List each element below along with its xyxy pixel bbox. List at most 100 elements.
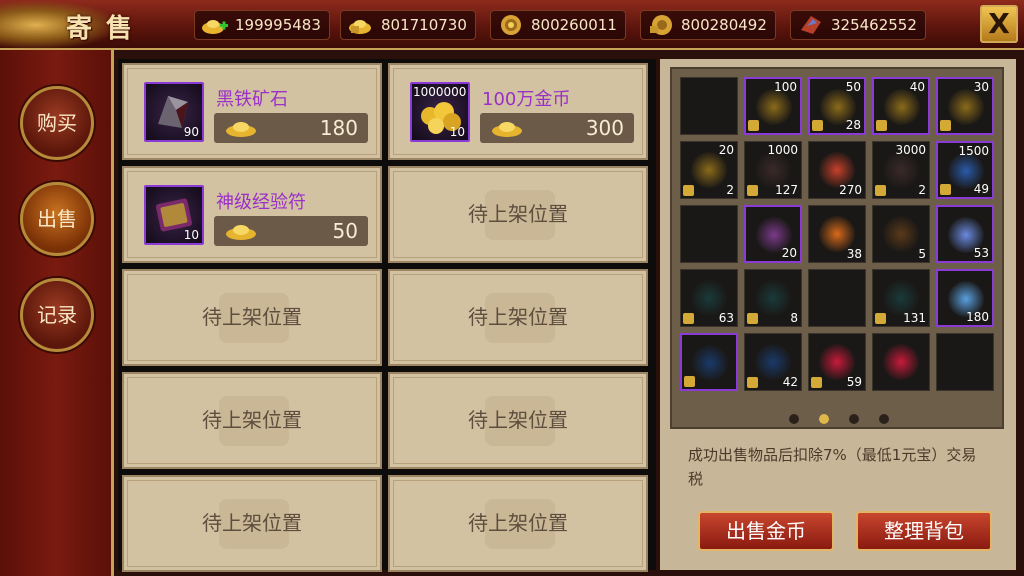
slot-count: 5	[918, 247, 926, 261]
placeholder-label: 待上架位置	[468, 408, 568, 432]
inventory-slot[interactable]: 1000 127	[744, 141, 802, 199]
red-crystal-icon	[801, 16, 821, 34]
inventory-slot[interactable]: 38	[808, 205, 866, 263]
coin-icon	[501, 15, 521, 35]
empty-listing-slot[interactable]: 待上架位置	[122, 372, 382, 469]
empty-listing-slot[interactable]: 待上架位置	[122, 269, 382, 366]
placeholder-label: 待上架位置	[202, 408, 302, 432]
lock-icon	[747, 377, 758, 388]
black-iron-ore-icon: 90	[144, 82, 204, 142]
empty-listing-slot[interactable]: 待上架位置	[388, 166, 648, 263]
inventory-slot[interactable]: 8	[744, 269, 802, 327]
sidebar-item-buy[interactable]: 购买	[20, 86, 94, 160]
sidebar-item-sell[interactable]: 出售	[20, 182, 94, 256]
page-title: 寄售	[66, 14, 147, 44]
currency-value: 800260011	[531, 16, 617, 34]
inventory-slot[interactable]	[872, 333, 930, 391]
price-box: 50	[214, 216, 368, 246]
lock-icon	[811, 377, 822, 388]
price-box: 300	[480, 113, 634, 143]
inventory-slot[interactable]: 270	[808, 141, 866, 199]
inventory-slot[interactable]: 100	[744, 77, 802, 135]
inventory-slot[interactable]: 20 2	[680, 141, 738, 199]
empty-listing-slot[interactable]: 待上架位置	[388, 475, 648, 572]
inventory-slot[interactable]: 50 28	[808, 77, 866, 135]
ingot-icon	[756, 89, 792, 125]
currency-crystal: 325462552	[790, 10, 926, 40]
slot-count: 180	[966, 310, 989, 324]
inventory-slot[interactable]: 20	[744, 205, 802, 263]
inventory-slot[interactable]: 3000 2	[872, 141, 930, 199]
inventory-slot[interactable]	[680, 205, 738, 263]
currency-ingot[interactable]: 199995483	[194, 10, 330, 40]
listing-slot[interactable]: 10 神级经验符 50	[122, 166, 382, 263]
listing-slot[interactable]: 1000000 10 100万金币 300	[388, 63, 648, 160]
slot-count: 127	[775, 183, 798, 197]
lock-icon	[747, 185, 758, 196]
ingot-icon	[884, 89, 920, 125]
locked-ingot-icon	[349, 20, 371, 34]
gold-coins-pile-icon: 1000000 10	[410, 82, 470, 142]
empty-listing-slot[interactable]: 待上架位置	[388, 372, 648, 469]
gold-ingot-plus-icon	[202, 20, 228, 34]
slot-top-count: 100	[774, 80, 797, 94]
inventory-slot[interactable]: 30	[936, 77, 994, 135]
price-value: 180	[319, 116, 358, 140]
inventory-slot[interactable]: 40	[872, 77, 930, 135]
slot-top-count: 20	[718, 143, 734, 157]
page-dot[interactable]	[849, 414, 859, 424]
lock-icon	[747, 313, 758, 324]
currency-value: 800280492	[681, 16, 767, 34]
placeholder-label: 待上架位置	[202, 511, 302, 535]
item-top-count: 1000000	[413, 85, 467, 99]
inventory-slot[interactable]: 59	[808, 333, 866, 391]
inventory-slot[interactable]: 1500 49	[936, 141, 994, 199]
currency-coin: 800260011	[490, 10, 626, 40]
lock-icon	[940, 120, 951, 131]
blue-potion-icon	[692, 345, 728, 381]
inventory-slot[interactable]: 63	[680, 269, 738, 327]
empty-listing-slot[interactable]: 待上架位置	[122, 475, 382, 572]
placeholder-label: 待上架位置	[468, 202, 568, 226]
price-box: 180	[214, 113, 368, 143]
slot-top-count: 1500	[958, 144, 989, 158]
inventory-slot[interactable]: 42	[744, 333, 802, 391]
red-potion-icon	[883, 344, 919, 380]
inventory-slot[interactable]	[936, 333, 994, 391]
page-dot-active[interactable]	[819, 414, 829, 424]
sidebar-item-records[interactable]: 记录	[20, 278, 94, 352]
item-name: 黑铁矿石	[216, 89, 288, 110]
ingot-icon	[948, 89, 984, 125]
price-value: 300	[585, 116, 624, 140]
inventory-slot[interactable]: 180	[936, 269, 994, 327]
slot-count: 53	[973, 246, 989, 260]
slot-count: 20	[781, 246, 797, 260]
empty-listing-slot[interactable]: 待上架位置	[388, 269, 648, 366]
inventory-slot[interactable]	[808, 269, 866, 327]
locked-coin-icon	[650, 15, 672, 35]
inventory-slot[interactable]: 131	[872, 269, 930, 327]
price-value: 50	[332, 219, 358, 243]
inventory-slot[interactable]: 53	[936, 205, 994, 263]
tidy-bag-button[interactable]: 整理背包	[856, 511, 992, 551]
slot-count: 49	[973, 182, 989, 196]
lock-icon	[940, 184, 951, 195]
currency-locked-coin: 800280492	[640, 10, 776, 40]
dark-ore-icon	[755, 280, 791, 316]
close-button[interactable]: X	[980, 5, 1018, 43]
lock-icon	[812, 120, 823, 131]
lock-icon	[748, 120, 759, 131]
page-dot[interactable]	[789, 414, 799, 424]
listing-slot[interactable]: 90 黑铁矿石 180	[122, 63, 382, 160]
inventory-slot[interactable]: 5	[872, 205, 930, 263]
ingot-icon	[492, 122, 522, 137]
placeholder-label: 待上架位置	[468, 511, 568, 535]
page-dot[interactable]	[879, 414, 889, 424]
sell-gold-button[interactable]: 出售金币	[698, 511, 834, 551]
slot-count: 131	[903, 311, 926, 325]
exp-talisman-icon: 10	[144, 185, 204, 245]
page-indicator	[672, 409, 1006, 428]
slot-count: 28	[845, 118, 861, 132]
inventory-slot[interactable]	[680, 333, 738, 391]
inventory-slot[interactable]	[680, 77, 738, 135]
